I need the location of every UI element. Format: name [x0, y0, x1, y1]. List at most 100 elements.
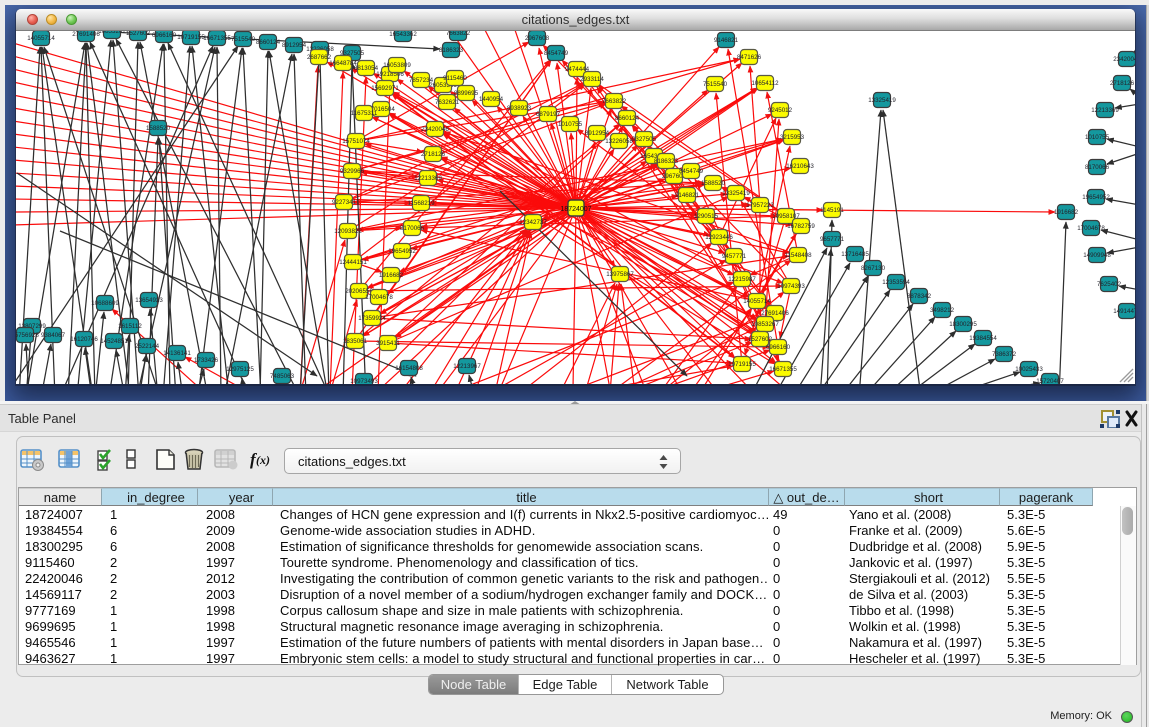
svg-text:16543362: 16543362 [389, 31, 417, 38]
svg-text:12213369: 12213369 [414, 175, 442, 182]
svg-text:13716485: 13716485 [841, 251, 869, 258]
svg-text:6966160: 6966160 [152, 32, 177, 39]
svg-text:13325419: 13325419 [868, 97, 896, 104]
svg-text:12215987: 12215987 [728, 276, 756, 283]
svg-text:1145191: 1145191 [820, 207, 844, 214]
svg-text:7663822: 7663822 [446, 31, 471, 37]
svg-text:12213967: 12213967 [453, 363, 481, 370]
svg-text:18724007: 18724007 [560, 206, 591, 213]
svg-text:12353594: 12353594 [882, 279, 910, 286]
svg-text:8170066: 8170066 [400, 225, 425, 232]
svg-text:8912954: 8912954 [282, 42, 307, 49]
svg-text:9227341: 9227341 [332, 199, 357, 206]
svg-text:10719155: 10719155 [728, 361, 756, 368]
svg-text:10654112: 10654112 [751, 80, 779, 87]
svg-text:10973493: 10973493 [350, 378, 378, 384]
svg-text:1733426: 1733426 [194, 357, 219, 364]
svg-text:12923446: 12923446 [705, 234, 733, 241]
svg-text:8813054: 8813054 [354, 65, 379, 72]
svg-text:16053809: 16053809 [383, 62, 411, 69]
svg-text:1916682: 1916682 [379, 272, 404, 279]
svg-text:2687662: 2687662 [307, 54, 332, 61]
svg-text:1440954: 1440954 [479, 96, 504, 103]
svg-text:15720407: 15720407 [1036, 378, 1064, 384]
svg-text:7515540: 7515540 [703, 81, 728, 88]
svg-text:23420046: 23420046 [421, 126, 449, 133]
svg-text:16671355: 16671355 [769, 366, 797, 373]
svg-text:14055714: 14055714 [27, 35, 55, 42]
svg-text:14055714: 14055714 [743, 298, 771, 305]
svg-text:19654952: 19654952 [388, 248, 416, 255]
svg-text:7625402: 7625402 [1097, 281, 1122, 288]
svg-text:17359924: 17359924 [358, 315, 386, 322]
svg-text:16671355: 16671355 [203, 35, 231, 42]
svg-text:15692971: 15692971 [371, 85, 399, 92]
svg-text:7663822: 7663822 [602, 98, 627, 105]
svg-text:8878342: 8878342 [907, 293, 932, 300]
svg-text:11568219: 11568219 [407, 200, 435, 207]
svg-text:10025433: 10025433 [1015, 366, 1043, 373]
svg-text:8660124: 8660124 [256, 39, 281, 46]
svg-text:9657771: 9657771 [820, 236, 845, 243]
svg-text:8454749: 8454749 [679, 168, 704, 175]
svg-text:7632621: 7632621 [435, 99, 460, 106]
svg-text:(x): (x) [256, 453, 270, 467]
svg-text:10719155: 10719155 [177, 34, 205, 41]
svg-text:9146821: 9146821 [675, 192, 700, 199]
svg-text:16120746: 16120746 [70, 336, 98, 343]
svg-text:11675311: 11675311 [351, 110, 378, 117]
svg-text:7386372: 7386372 [992, 351, 1017, 358]
svg-text:2967608: 2967608 [525, 35, 550, 42]
svg-text:9457771: 9457771 [722, 253, 747, 260]
svg-text:8170066: 8170066 [1085, 164, 1110, 171]
svg-text:1916682: 1916682 [1054, 209, 1079, 216]
svg-text:14914479: 14914479 [1113, 308, 1135, 315]
svg-text:16782759: 16782759 [787, 223, 815, 230]
svg-text:17957223: 17957223 [746, 202, 774, 209]
svg-text:7515540: 7515540 [231, 36, 256, 43]
svg-text:27691406: 27691406 [72, 31, 100, 38]
svg-text:8186323: 8186323 [654, 158, 679, 165]
svg-text:6966160: 6966160 [766, 344, 791, 351]
svg-text:1290515: 1290515 [694, 213, 719, 220]
svg-text:7485063: 7485063 [270, 373, 295, 380]
svg-text:8938923: 8938923 [507, 105, 532, 112]
svg-text:18300295: 18300295 [949, 321, 977, 328]
svg-text:1835061: 1835061 [343, 338, 368, 345]
svg-text:1010755: 1010755 [1085, 134, 1110, 141]
svg-text:8471626: 8471626 [737, 54, 762, 61]
svg-text:2522144: 2522144 [135, 343, 160, 350]
svg-text:3215953: 3215953 [780, 134, 805, 141]
svg-text:17004678: 17004678 [1077, 225, 1105, 232]
svg-text:9327505: 9327505 [632, 136, 657, 143]
svg-text:8186323: 8186323 [439, 47, 464, 54]
svg-text:13975867: 13975867 [606, 271, 634, 278]
svg-text:15756928: 15756928 [16, 332, 39, 339]
svg-text:1527602: 1527602 [126, 31, 151, 37]
svg-text:2718126: 2718126 [1110, 80, 1135, 87]
svg-text:8454749: 8454749 [544, 50, 569, 57]
svg-text:17004678: 17004678 [365, 294, 393, 301]
svg-text:6879197: 6879197 [536, 111, 561, 118]
svg-text:10688609: 10688609 [91, 300, 119, 307]
svg-text:19384554: 19384554 [969, 335, 997, 342]
svg-text:3915411: 3915411 [376, 340, 400, 347]
svg-text:9115460: 9115460 [443, 75, 467, 82]
svg-text:1588520: 1588520 [146, 125, 171, 132]
svg-text:12213369: 12213369 [1091, 107, 1119, 114]
svg-text:1527602: 1527602 [748, 336, 773, 343]
svg-text:12342737: 12342737 [519, 219, 547, 226]
svg-text:10853267: 10853267 [98, 31, 126, 35]
svg-text:8899695: 8899695 [454, 90, 479, 97]
svg-text:16154808: 16154808 [395, 365, 423, 372]
svg-text:2718126: 2718126 [421, 151, 446, 158]
svg-text:15751074: 15751074 [342, 138, 370, 145]
svg-text:12444151: 12444151 [339, 259, 367, 266]
svg-text:8267130: 8267130 [861, 265, 886, 272]
svg-text:9329966: 9329966 [340, 168, 365, 175]
svg-text:12093822: 12093822 [334, 228, 362, 235]
svg-text:11548408: 11548408 [784, 252, 812, 259]
svg-text:14909948: 14909948 [1083, 252, 1111, 259]
svg-text:2933114: 2933114 [580, 76, 604, 83]
svg-text:9245012: 9245012 [768, 107, 793, 114]
